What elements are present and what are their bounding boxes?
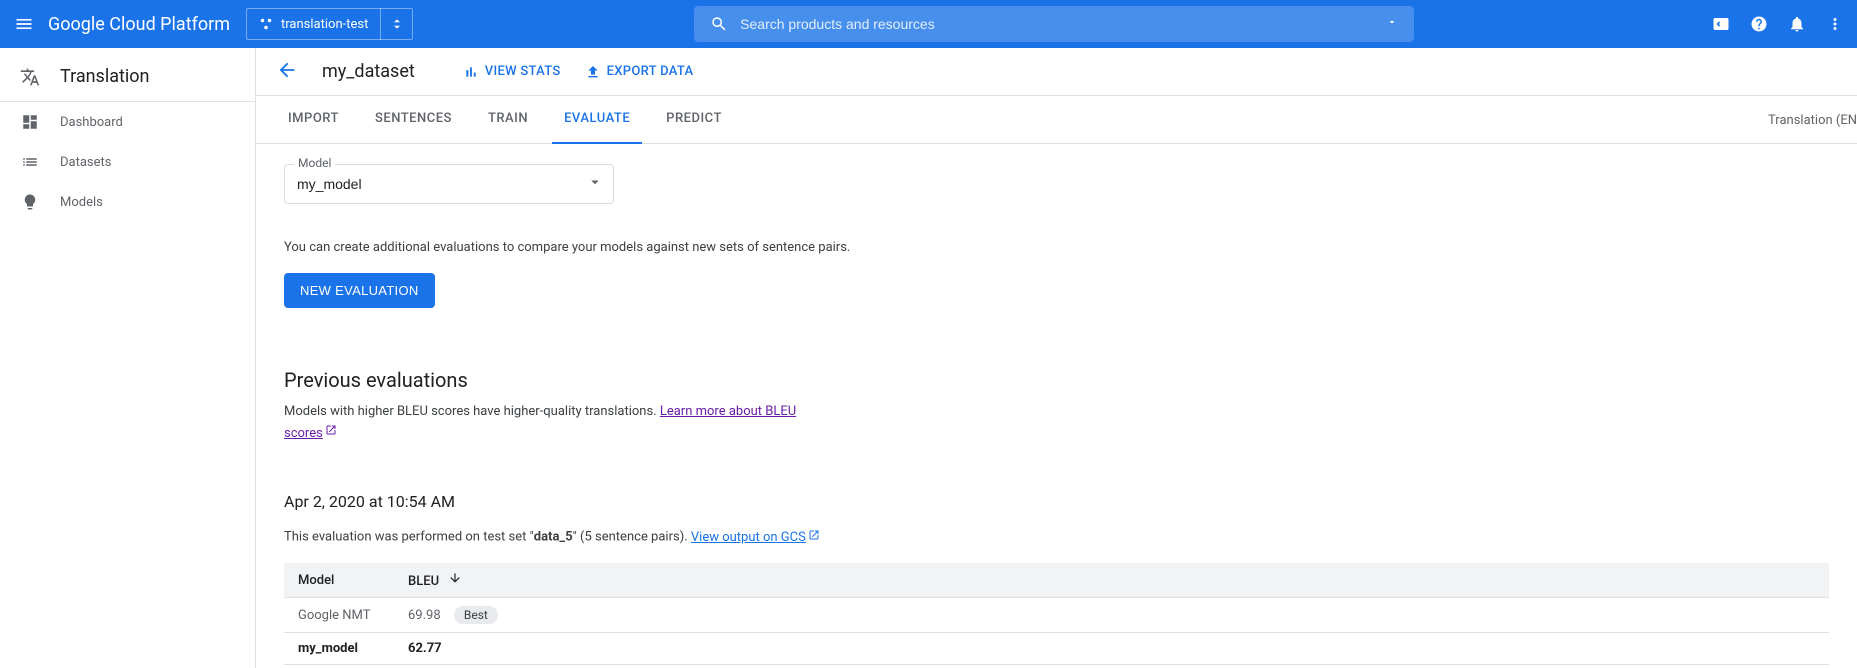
sidebar-item-models[interactable]: Models: [0, 182, 255, 222]
model-select-wrap: Model my_model: [284, 164, 614, 204]
previous-evaluations-sub: Models with higher BLEU scores have high…: [284, 402, 804, 444]
table-header-row: Model BLEU: [284, 563, 1829, 598]
help-icon[interactable]: [1749, 14, 1769, 34]
content-area: Model my_model You can create additional…: [256, 144, 1857, 668]
best-badge: Best: [454, 606, 498, 624]
cell-bleu: 62.77: [394, 633, 1829, 665]
external-link-icon: [808, 529, 820, 545]
search-input[interactable]: [740, 16, 1374, 32]
sort-arrow-down-icon: [448, 571, 462, 589]
search-icon: [710, 15, 728, 33]
sidebar-title: Translation: [60, 66, 150, 87]
previous-evaluations-heading: Previous evaluations: [284, 368, 1829, 392]
search-area: [413, 6, 1695, 42]
dashboard-icon: [20, 112, 40, 132]
tabs-row: IMPORT SENTENCES TRAIN EVALUATE PREDICT …: [256, 96, 1857, 144]
project-selector[interactable]: translation-test: [246, 8, 413, 40]
cell-bleu: 69.98 Best: [394, 598, 1829, 633]
tab-evaluate[interactable]: EVALUATE: [552, 96, 642, 144]
hamburger-menu-icon[interactable]: [12, 12, 36, 36]
model-select[interactable]: my_model: [284, 164, 614, 204]
tab-train[interactable]: TRAIN: [476, 96, 540, 144]
tab-import[interactable]: IMPORT: [276, 96, 351, 144]
model-select-label: Model: [294, 156, 335, 170]
sidebar-item-datasets[interactable]: Datasets: [0, 142, 255, 182]
test-set-name: data_5: [534, 530, 573, 545]
view-output-gcs-link[interactable]: View output on GCS: [691, 530, 820, 545]
sidebar-header[interactable]: Translation: [0, 56, 255, 102]
table-row: Google NMT 69.98 Best: [284, 598, 1829, 633]
top-bar: Google Cloud Platform translation-test: [0, 0, 1857, 48]
new-evaluation-button[interactable]: NEW EVALUATION: [284, 273, 435, 308]
search-box[interactable]: [694, 6, 1414, 42]
cell-model: my_model: [284, 633, 394, 665]
evaluate-description: You can create additional evaluations to…: [284, 240, 1829, 255]
table-row: my_model 62.77: [284, 633, 1829, 665]
sidebar-item-label: Models: [60, 195, 103, 210]
section-sub-text: Models with higher BLEU scores have high…: [284, 404, 660, 419]
cell-model: Google NMT: [284, 598, 394, 633]
tab-predict[interactable]: PREDICT: [654, 96, 734, 144]
evaluation-table: Model BLEU Google NMT 69.98: [284, 563, 1829, 665]
tab-sentences[interactable]: SENTENCES: [363, 96, 464, 144]
logo-text: Google Cloud Platform: [48, 14, 230, 35]
lightbulb-icon: [20, 192, 40, 212]
evaluation-description: This evaluation was performed on test se…: [284, 529, 1829, 545]
page-header: my_dataset VIEW STATS EXPORT DATA: [256, 48, 1857, 96]
translation-icon: [20, 67, 40, 87]
back-arrow-icon[interactable]: [276, 59, 298, 85]
view-stats-button[interactable]: VIEW STATS: [463, 64, 561, 80]
list-icon: [20, 152, 40, 172]
sidebar: Translation Dashboard Datasets Models: [0, 48, 256, 668]
search-dropdown-icon[interactable]: [1386, 16, 1398, 32]
evaluation-timestamp: Apr 2, 2020 at 10:54 AM: [284, 492, 1829, 511]
main-content: my_dataset VIEW STATS EXPORT DATA IMPORT…: [256, 48, 1857, 668]
sidebar-item-label: Dashboard: [60, 115, 123, 130]
notifications-icon[interactable]: [1787, 14, 1807, 34]
th-model[interactable]: Model: [284, 563, 394, 598]
page-title: my_dataset: [322, 61, 415, 82]
project-selector-main[interactable]: translation-test: [247, 17, 380, 32]
sidebar-item-dashboard[interactable]: Dashboard: [0, 102, 255, 142]
top-right-actions: [1711, 14, 1845, 34]
cloud-shell-icon[interactable]: [1711, 14, 1731, 34]
project-name: translation-test: [281, 17, 368, 32]
more-vert-icon[interactable]: [1825, 14, 1845, 34]
breadcrumb-right: Translation (EN: [1768, 96, 1857, 144]
project-selector-toggle[interactable]: [380, 8, 412, 40]
view-stats-label: VIEW STATS: [485, 64, 561, 79]
th-bleu[interactable]: BLEU: [394, 563, 1829, 598]
external-link-icon: [325, 423, 337, 444]
sidebar-item-label: Datasets: [60, 155, 112, 170]
export-data-button[interactable]: EXPORT DATA: [585, 64, 694, 80]
export-data-label: EXPORT DATA: [607, 64, 694, 79]
